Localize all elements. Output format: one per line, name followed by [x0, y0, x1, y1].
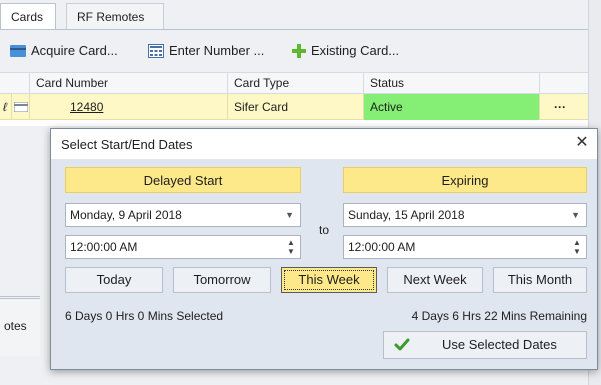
select-dates-dialog: Select Start/End Dates ✕ Delayed Start M…: [50, 128, 598, 370]
to-label: to: [319, 223, 330, 237]
expiring-header: Expiring: [343, 167, 587, 193]
tab-notes[interactable]: otes: [0, 316, 40, 336]
card-reader-icon: [10, 45, 26, 57]
status-cell: Active: [364, 94, 540, 120]
end-time-value: 12:00:00 AM: [348, 240, 416, 254]
tab-divider: [0, 29, 588, 30]
card-type-cell: Sifer Card: [228, 94, 364, 120]
next-week-button[interactable]: Next Week: [387, 267, 483, 293]
plus-icon: [292, 44, 306, 58]
check-icon: [394, 338, 410, 351]
acquire-card-button[interactable]: Acquire Card...: [10, 38, 118, 64]
use-selected-dates-button[interactable]: Use Selected Dates: [383, 331, 587, 359]
spin-arrows-icon[interactable]: ▲ ▼: [286, 238, 296, 256]
this-month-button[interactable]: This Month: [493, 267, 587, 293]
acquire-card-label: Acquire Card...: [31, 43, 118, 58]
start-date-value: Monday, 9 April 2018: [70, 208, 182, 222]
chevron-down-icon: ▼: [285, 210, 294, 220]
delayed-start-header: Delayed Start: [65, 167, 301, 193]
column-status[interactable]: Status: [364, 73, 540, 94]
keypad-icon: [148, 44, 164, 58]
end-time-spinner[interactable]: 12:00:00 AM ▲ ▼: [343, 235, 587, 259]
today-button[interactable]: Today: [65, 267, 163, 293]
end-date-value: Sunday, 15 April 2018: [348, 208, 465, 222]
use-selected-dates-label: Use Selected Dates: [442, 337, 557, 352]
edit-pencil-icon: ℓ: [0, 94, 12, 120]
this-week-button[interactable]: This Week: [281, 267, 377, 293]
table-row[interactable]: ℓ 12480 Sifer Card Active ···: [0, 94, 588, 120]
grid-header: Card Number Card Type Status: [0, 72, 588, 94]
cards-grid: Card Number Card Type Status ℓ 12480 Sif…: [0, 72, 588, 126]
end-date-dropdown[interactable]: Sunday, 15 April 2018 ▼: [343, 203, 587, 227]
spin-arrows-icon[interactable]: ▲ ▼: [572, 238, 582, 256]
chevron-down-icon: ▼: [571, 210, 580, 220]
card-number-link[interactable]: 12480: [70, 100, 103, 114]
close-icon[interactable]: ✕: [572, 133, 592, 153]
enter-number-button[interactable]: Enter Number ...: [148, 38, 264, 64]
card-number-cell[interactable]: 12480: [30, 94, 228, 120]
column-card-type[interactable]: Card Type: [228, 73, 364, 94]
existing-card-label: Existing Card...: [311, 43, 400, 58]
remaining-duration-text: 4 Days 6 Hrs 22 Mins Remaining: [411, 309, 587, 323]
tab-cards[interactable]: Cards: [0, 3, 56, 30]
dialog-body: Delayed Start Monday, 9 April 2018 ▼ 12:…: [51, 159, 597, 369]
grid-header-indicator: [0, 73, 30, 94]
toolbar: Acquire Card... Enter Number ... Existin…: [0, 38, 588, 64]
column-card-number[interactable]: Card Number: [30, 73, 228, 94]
selected-duration-text: 6 Days 0 Hrs 0 Mins Selected: [65, 309, 224, 323]
tab-rf-remotes[interactable]: RF Remotes: [66, 3, 164, 30]
tomorrow-button[interactable]: Tomorrow: [173, 267, 271, 293]
column-actions: [540, 73, 588, 94]
enter-number-label: Enter Number ...: [169, 43, 265, 58]
card-type-icon: [12, 94, 30, 120]
start-time-value: 12:00:00 AM: [70, 240, 138, 254]
dialog-title: Select Start/End Dates: [61, 137, 193, 152]
start-time-spinner[interactable]: 12:00:00 AM ▲ ▼: [65, 235, 301, 259]
start-date-dropdown[interactable]: Monday, 9 April 2018 ▼: [65, 203, 301, 227]
more-actions-button[interactable]: ···: [540, 94, 588, 120]
tab-strip: Cards RF Remotes: [0, 0, 601, 30]
existing-card-button[interactable]: Existing Card...: [292, 38, 399, 64]
